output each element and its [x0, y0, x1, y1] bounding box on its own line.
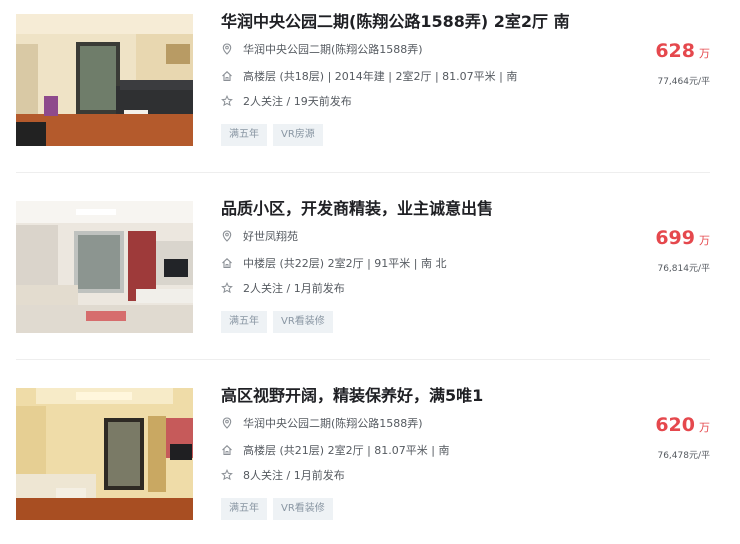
- house-icon: [221, 444, 233, 456]
- listing-divider: [16, 172, 710, 173]
- unit-price: 76,478元/平: [657, 451, 710, 461]
- tag-badge: 满五年: [221, 311, 267, 333]
- living-room-photo: [16, 388, 193, 520]
- follow-info-text: 8人关注 / 1月前发布: [243, 469, 345, 482]
- unit-price: 76,814元/平: [657, 264, 710, 274]
- community-row: 华润中央公园二期(陈翔公路1588弄): [221, 416, 423, 432]
- star-icon: [221, 282, 233, 294]
- follow-info-row: 8人关注 / 1月前发布: [221, 468, 345, 484]
- total-price-value: 699: [655, 227, 695, 249]
- community-row: 好世凤翔苑: [221, 229, 298, 245]
- house-info-text: 高楼层 (共18层) | 2014年建 | 2室2厅 | 81.07平米 | 南: [243, 70, 518, 83]
- star-icon: [221, 95, 233, 107]
- total-price-unit: 万: [699, 47, 710, 60]
- tag-list: 满五年 VR看装修: [221, 496, 339, 520]
- listing-title[interactable]: 高区视野开阔，精装保养好，满5唯1: [221, 385, 621, 407]
- tag-list: 满五年 VR房源: [221, 122, 329, 146]
- tag-badge: 满五年: [221, 124, 267, 146]
- tag-badge: VR看装修: [273, 311, 333, 333]
- tag-list: 满五年 VR看装修: [221, 309, 339, 333]
- living-room-photo: [16, 14, 193, 146]
- house-info-row: 高楼层 (共21层) 2室2厅 | 81.07平米 | 南: [221, 443, 449, 459]
- house-info-row: 高楼层 (共18层) | 2014年建 | 2室2厅 | 81.07平米 | 南: [221, 69, 517, 85]
- listing-divider: [16, 359, 710, 360]
- living-room-photo: [16, 201, 193, 333]
- unit-price: 77,464元/平: [657, 77, 710, 87]
- tag-badge: VR房源: [273, 124, 323, 146]
- house-icon: [221, 257, 233, 269]
- listing-card: 华润中央公园二期(陈翔公路1588弄) 2室2厅 南 华润中央公园二期(陈翔公路…: [0, 0, 740, 170]
- community-link[interactable]: 好世凤翔苑: [243, 230, 298, 243]
- map-pin-icon: [221, 230, 233, 242]
- listing-photo[interactable]: [16, 201, 193, 333]
- total-price: 620 万: [655, 414, 710, 436]
- community-link[interactable]: 华润中央公园二期(陈翔公路1588弄): [243, 43, 423, 56]
- total-price: 699 万: [655, 227, 710, 249]
- listing-title[interactable]: 华润中央公园二期(陈翔公路1588弄) 2室2厅 南: [221, 11, 621, 33]
- total-price-value: 628: [655, 40, 695, 62]
- total-price-value: 620: [655, 414, 695, 436]
- star-icon: [221, 469, 233, 481]
- follow-info-row: 2人关注 / 1月前发布: [221, 281, 345, 297]
- listing-card: 品质小区，开发商精装，业主诚意出售 好世凤翔苑 中楼层 (共22层) 2室2厅 …: [0, 187, 740, 357]
- follow-info-text: 2人关注 / 1月前发布: [243, 282, 345, 295]
- listing-card: 高区视野开阔，精装保养好，满5唯1 华润中央公园二期(陈翔公路1588弄) 高楼…: [0, 374, 740, 544]
- house-info-row: 中楼层 (共22层) 2室2厅 | 91平米 | 南 北: [221, 256, 446, 272]
- total-price: 628 万: [655, 40, 710, 62]
- follow-info-row: 2人关注 / 19天前发布: [221, 94, 352, 110]
- community-row: 华润中央公园二期(陈翔公路1588弄): [221, 42, 423, 58]
- listing-title[interactable]: 品质小区，开发商精装，业主诚意出售: [221, 198, 621, 220]
- house-icon: [221, 70, 233, 82]
- map-pin-icon: [221, 43, 233, 55]
- map-pin-icon: [221, 417, 233, 429]
- total-price-unit: 万: [699, 234, 710, 247]
- house-info-text: 高楼层 (共21层) 2室2厅 | 81.07平米 | 南: [243, 444, 450, 457]
- listing-photo[interactable]: [16, 388, 193, 520]
- follow-info-text: 2人关注 / 19天前发布: [243, 95, 352, 108]
- listing-photo[interactable]: [16, 14, 193, 146]
- community-link[interactable]: 华润中央公园二期(陈翔公路1588弄): [243, 417, 423, 430]
- tag-badge: VR看装修: [273, 498, 333, 520]
- total-price-unit: 万: [699, 421, 710, 434]
- tag-badge: 满五年: [221, 498, 267, 520]
- house-info-text: 中楼层 (共22层) 2室2厅 | 91平米 | 南 北: [243, 257, 447, 270]
